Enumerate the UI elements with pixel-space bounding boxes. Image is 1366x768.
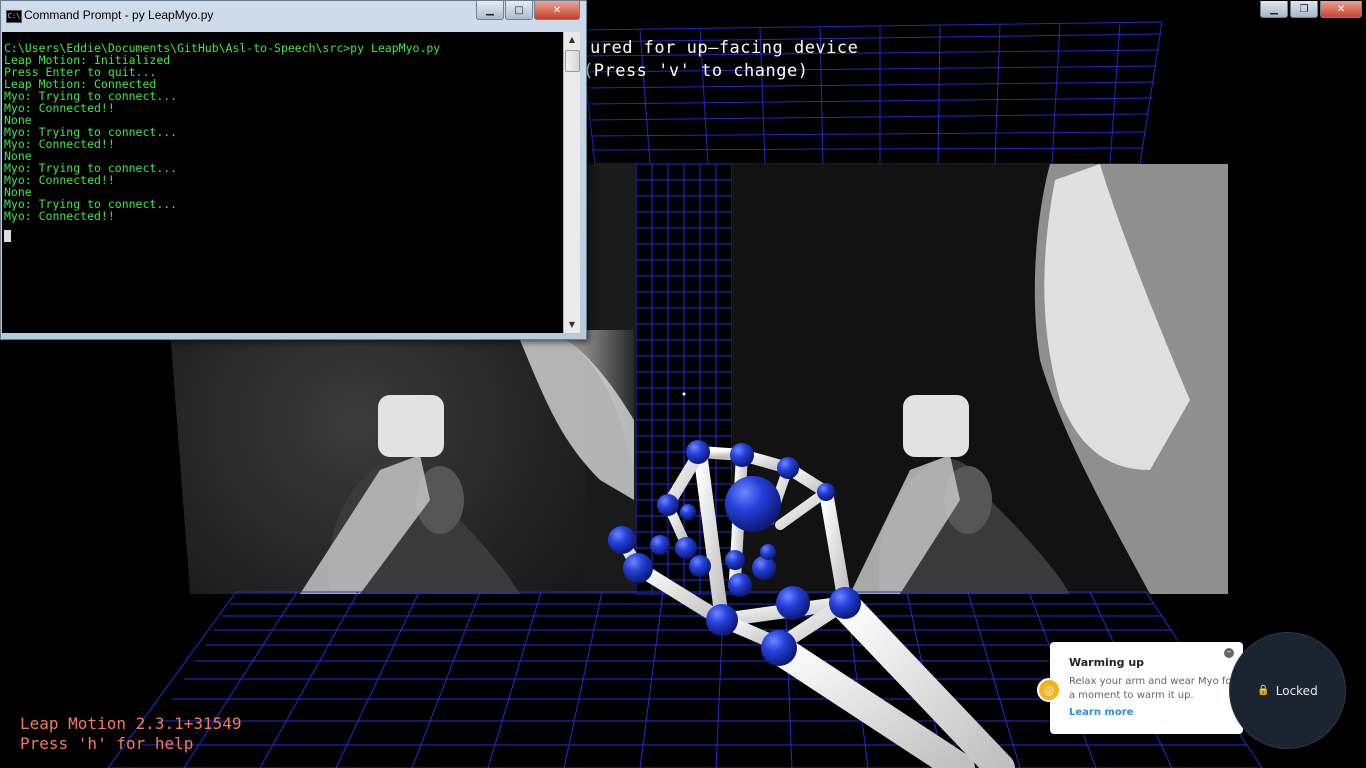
scrollbar-thumb[interactable] — [565, 50, 580, 72]
cmd-window-title: Command Prompt - py LeapMyo.py — [24, 8, 214, 22]
cmd-window-controls: ▁ □ ✕ — [476, 1, 580, 20]
console-icon[interactable]: C:\ — [6, 10, 22, 23]
warming-up-icon: ◎ — [1037, 678, 1061, 702]
lock-icon: 🔒 — [1257, 685, 1270, 696]
scroll-up-arrow-icon[interactable]: ▲ — [564, 32, 580, 48]
notification-message: Relax your arm and wear Myo for a moment… — [1069, 676, 1236, 701]
console-line: Myo: Connected!! — [4, 173, 115, 187]
cmd-vertical-scrollbar[interactable]: ▲ ▼ — [563, 32, 580, 333]
learn-more-link[interactable]: Learn more — [1069, 707, 1133, 718]
help-hint-label: Press 'h' for help — [20, 734, 194, 753]
cmd-maximize-button[interactable]: □ — [505, 1, 533, 20]
cmd-close-button[interactable]: ✕ — [534, 1, 580, 20]
visualizer-window-controls: ▁ ❐ ✕ — [1260, 0, 1366, 18]
right-camera-image — [732, 164, 1228, 594]
myo-lock-status[interactable]: 🔒 Locked — [1229, 632, 1346, 749]
console-cursor — [4, 230, 11, 242]
visualizer-minimize-button[interactable]: ▁ — [1260, 1, 1288, 18]
orientation-hint-line1: ured for up—facing device — [590, 38, 859, 58]
scroll-down-arrow-icon[interactable]: ▼ — [564, 317, 580, 333]
console-lines: C:\Users\Eddie\Documents\GitHub\Asl-to-S… — [2, 32, 564, 242]
command-prompt-window[interactable]: C:\ Command Prompt - py LeapMyo.py ▁ □ ✕… — [0, 0, 587, 340]
visualizer-close-button[interactable]: ✕ — [1320, 1, 1362, 18]
center-marker — [682, 392, 686, 396]
cmd-minimize-button[interactable]: ▁ — [476, 1, 504, 20]
orientation-hint-line2: (Press 'v' to change) — [583, 61, 809, 81]
notification-close-icon[interactable]: – — [1224, 648, 1234, 658]
console-line: Myo: Connected!! — [4, 137, 115, 151]
console-output[interactable]: C:\Users\Eddie\Documents\GitHub\Asl-to-S… — [2, 32, 564, 333]
myo-warming-up-notification: ◎ – Warming up Relax your arm and wear M… — [1037, 642, 1243, 734]
lock-status-label: Locked — [1275, 683, 1318, 698]
console-line: Myo: Connected!! — [4, 209, 115, 223]
leap-version-label: Leap Motion 2.3.1+31549 — [20, 714, 242, 733]
cmd-titlebar[interactable]: C:\ Command Prompt - py LeapMyo.py ▁ □ ✕ — [1, 1, 586, 31]
console-line: Myo: Connected!! — [4, 101, 115, 115]
notification-title: Warming up — [1069, 656, 1145, 669]
visualizer-maximize-button[interactable]: ❐ — [1290, 1, 1318, 18]
